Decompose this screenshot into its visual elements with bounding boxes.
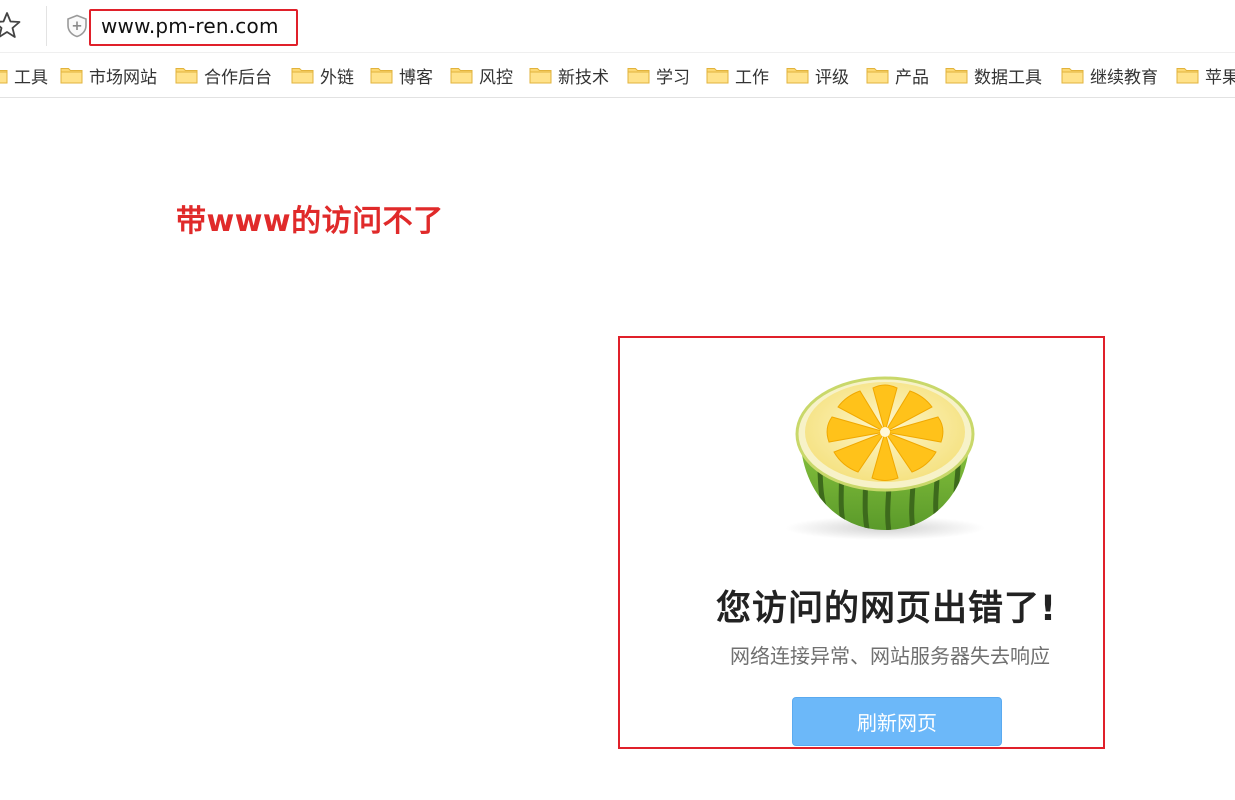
bookmark-folder-external-links[interactable]: 外链 [291,53,354,97]
folder-icon [945,68,968,84]
bookmark-folder-risk-control[interactable]: 风控 [450,53,513,97]
refresh-page-button[interactable]: 刷新网页 [792,697,1002,746]
bookmark-folder-continuing-education[interactable]: 继续教育 [1061,53,1158,97]
star-icon[interactable] [0,10,22,40]
toolbar-divider [46,6,47,46]
folder-icon [529,68,552,84]
folder-icon [370,68,393,84]
bookmarks-bar: 工具 市场网站 合作后台 外链 博客 风控 新技术 学习 工作 评级 产品 数据… [0,52,1235,98]
folder-icon [450,68,473,84]
bookmark-label: 市场网站 [89,67,157,88]
bookmark-folder-work[interactable]: 工作 [706,53,769,97]
bookmark-label: 评级 [815,67,849,88]
folder-icon [786,68,809,84]
bookmark-folder-apple[interactable]: 苹果 [1176,53,1235,97]
bookmark-label: 合作后台 [204,67,272,88]
bookmark-folder-study[interactable]: 学习 [627,53,690,97]
bookmark-label: 学习 [656,67,690,88]
bookmark-label: 工作 [735,67,769,88]
folder-icon [60,68,83,84]
folder-icon [1176,68,1199,84]
bookmark-folder-data-tools[interactable]: 数据工具 [945,53,1042,97]
bookmark-label: 产品 [895,67,929,88]
url-highlight-box [89,9,298,46]
folder-icon [627,68,650,84]
bookmark-label: 数据工具 [974,67,1042,88]
bookmark-label: 新技术 [558,67,609,88]
melon-illustration [785,376,985,540]
bookmark-folder-tools[interactable]: 工具 [0,53,48,97]
folder-icon [0,70,8,84]
folder-icon [175,68,198,84]
bookmark-label: 工具 [14,67,48,88]
bookmark-folder-new-tech[interactable]: 新技术 [529,53,609,97]
bookmark-label: 外链 [320,67,354,88]
folder-icon [291,68,314,84]
shield-icon[interactable] [66,14,88,38]
folder-icon [706,68,729,84]
bookmark-folder-market-sites[interactable]: 市场网站 [60,53,157,97]
bookmark-label: 苹果 [1205,67,1235,88]
bookmark-folder-partner-admin[interactable]: 合作后台 [175,53,272,97]
annotation-text: 带www的访问不了 [176,204,444,239]
bookmark-label: 博客 [399,67,433,88]
address-bar: www.pm-ren.com [0,0,1235,52]
bookmark-folder-blog[interactable]: 博客 [370,53,433,97]
bookmark-folder-rating[interactable]: 评级 [786,53,849,97]
bookmark-label: 风控 [479,67,513,88]
error-title: 您访问的网页出错了! [716,589,1057,629]
error-subtitle: 网络连接异常、网站服务器失去响应 [730,644,1050,668]
folder-icon [1061,68,1084,84]
bookmark-label: 继续教育 [1090,67,1158,88]
bookmark-folder-product[interactable]: 产品 [866,53,929,97]
folder-icon [866,68,889,84]
